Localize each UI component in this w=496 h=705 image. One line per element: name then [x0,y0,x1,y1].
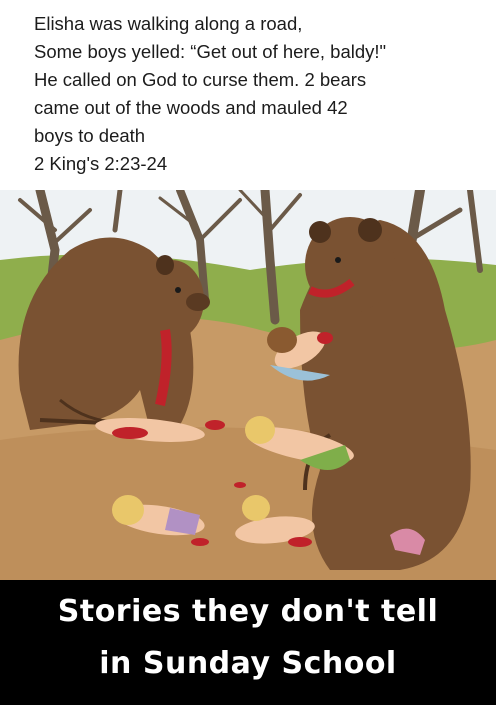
caption-panel: Elisha was walking along a road, Some bo… [0,0,496,190]
caption-line-3: He called on God to curse them. 2 bears [34,69,367,90]
banner-line-1: Stories they don't tell [57,594,439,629]
caption-text: Elisha was walking along a road, Some bo… [34,10,474,178]
bear-illustration [0,190,496,580]
caption-line-4: came out of the woods and mauled 42 [34,97,348,118]
meme-banner: Stories they don't tell in Sunday School [0,580,496,705]
illustration-svg [0,190,496,580]
caption-line-5: boys to death [34,125,146,146]
banner-line-2: in Sunday School [99,646,397,681]
caption-line-6: 2 King's 2:23-24 [34,153,168,174]
caption-line-2: Some boys yelled: “Get out of here, bald… [34,41,387,62]
caption-line-1: Elisha was walking along a road, [34,13,303,34]
